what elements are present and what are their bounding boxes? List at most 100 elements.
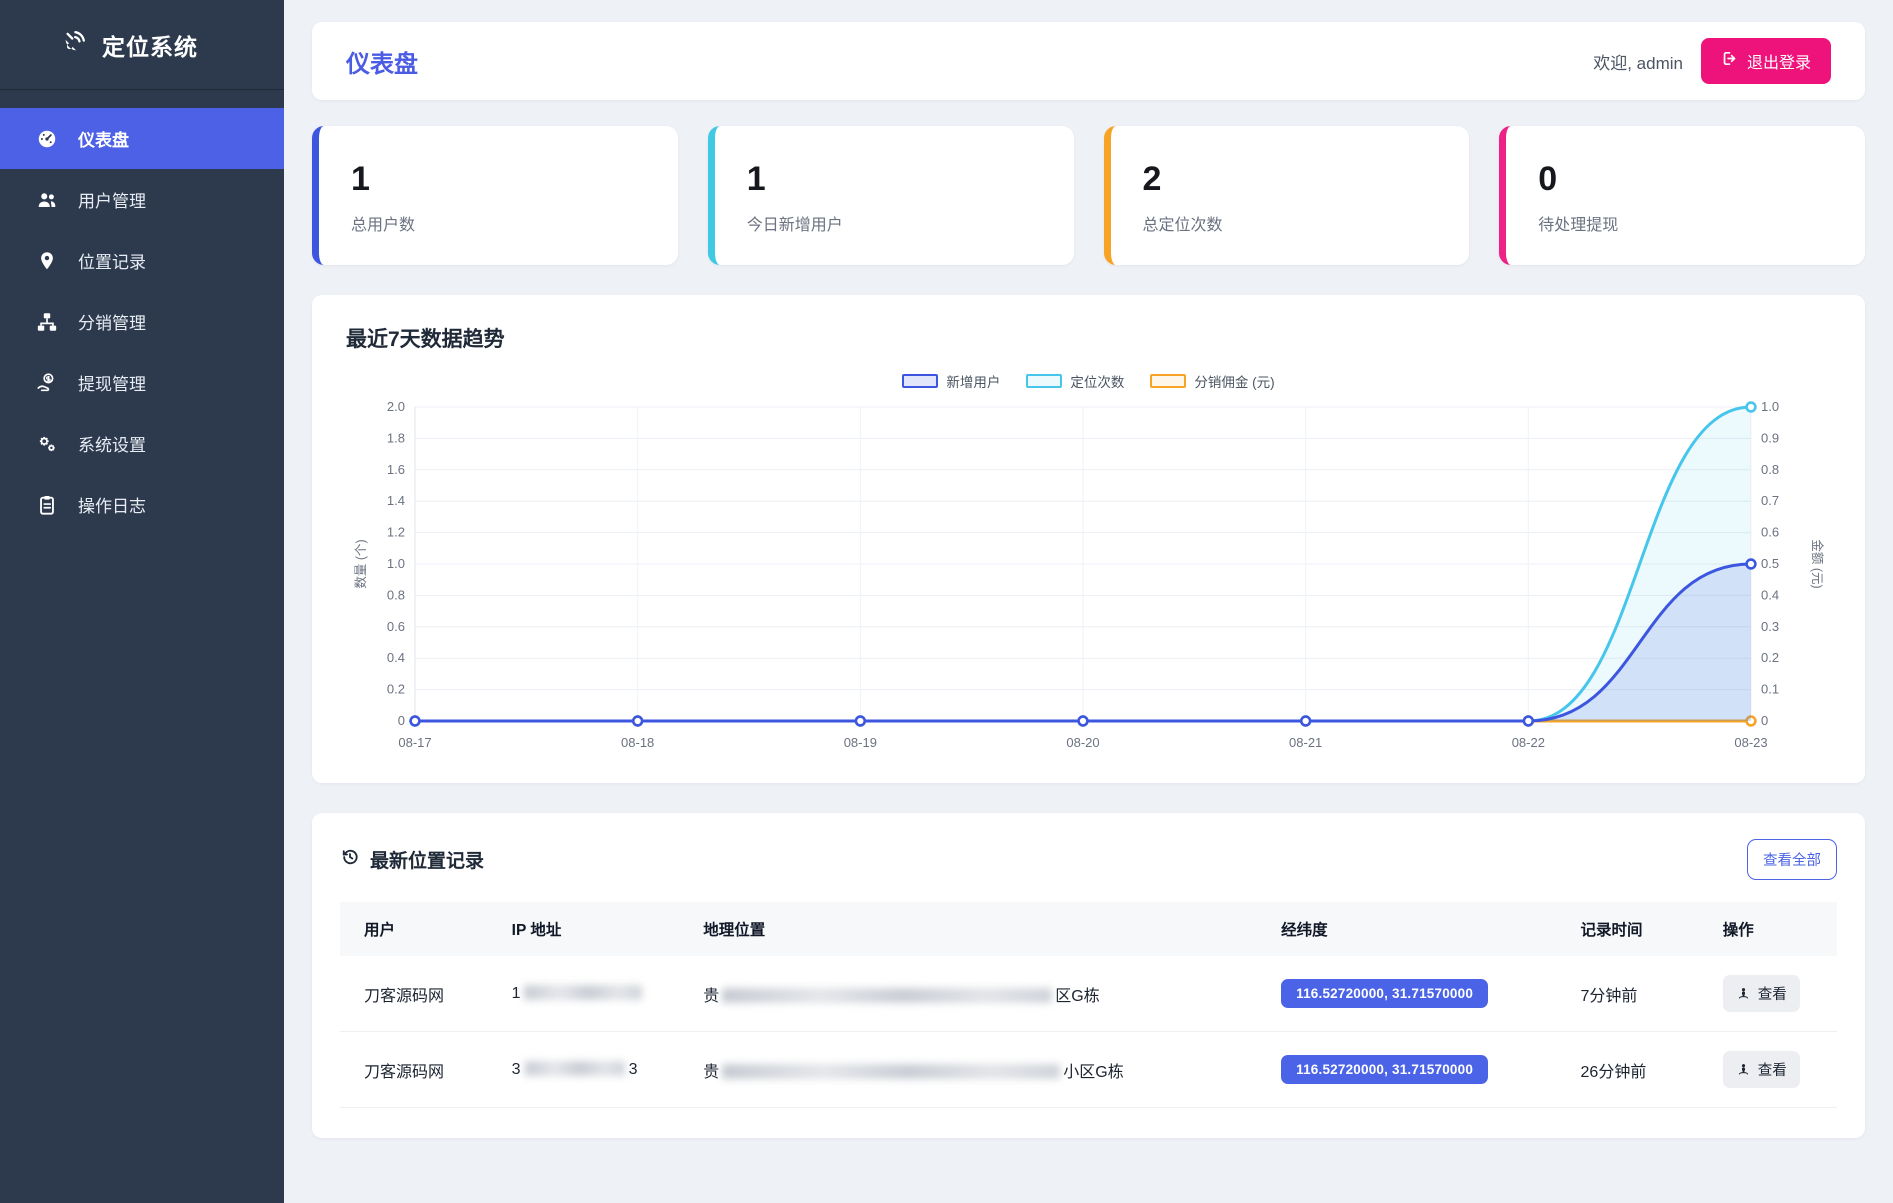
records-header: 最新位置记录 查看全部: [340, 839, 1837, 880]
location-prefix: 贵: [703, 988, 719, 1005]
records-title: 最新位置记录: [340, 846, 484, 873]
topbar-right: 欢迎, admin 退出登录: [1593, 38, 1831, 84]
svg-text:0.2: 0.2: [386, 682, 404, 697]
hand-dollar-icon: [36, 372, 58, 394]
legend-label: 新增用户: [946, 371, 1000, 391]
cell-coordinates: 116.52720000, 31.71570000: [1271, 956, 1570, 1032]
svg-text:0.9: 0.9: [1761, 430, 1779, 445]
stat-card: 2总定位次数: [1104, 126, 1470, 265]
legend-swatch-icon: [1026, 374, 1062, 388]
redacted-location: [722, 1064, 1060, 1079]
cell-action: 查看: [1713, 1032, 1837, 1108]
svg-text:0: 0: [397, 713, 404, 728]
sign-out-icon: [1721, 50, 1738, 72]
svg-text:1.6: 1.6: [386, 462, 404, 477]
svg-text:08-22: 08-22: [1511, 735, 1544, 750]
svg-text:08-18: 08-18: [621, 735, 654, 750]
svg-text:金额 (元): 金额 (元): [1810, 539, 1825, 588]
sidebar-item-settings[interactable]: 系统设置: [0, 413, 284, 474]
redacted-ip: [524, 985, 642, 1000]
view-button[interactable]: 查看: [1723, 1051, 1800, 1088]
cell-location: 贵小区G栋: [693, 1032, 1271, 1108]
coordinates-badge: 116.52720000, 31.71570000: [1281, 979, 1488, 1008]
stat-label: 待处理提现: [1538, 211, 1833, 235]
sitemap-icon: [36, 311, 58, 333]
svg-text:0.3: 0.3: [1761, 619, 1779, 634]
stat-label: 总用户数: [351, 211, 646, 235]
table-header-row: 用户IP 地址地理位置经纬度记录时间操作: [340, 902, 1837, 956]
cell-action: 查看: [1713, 956, 1837, 1032]
street-view-icon: [1736, 1062, 1751, 1077]
app-title: 定位系统: [102, 28, 198, 62]
svg-text:0.1: 0.1: [1761, 682, 1779, 697]
legend-swatch-icon: [902, 374, 938, 388]
sidebar-item-logs[interactable]: 操作日志: [0, 474, 284, 535]
table-row: 刀客源码网1贵区G栋116.52720000, 31.715700007分钟前查…: [340, 956, 1837, 1032]
sidebar: 定位系统 仪表盘用户管理位置记录分销管理提现管理系统设置操作日志: [0, 0, 284, 1203]
stat-label: 今日新增用户: [747, 211, 1042, 235]
column-header: IP 地址: [502, 902, 694, 956]
gears-icon: [36, 433, 58, 455]
stat-label: 总定位次数: [1143, 211, 1438, 235]
clipboard-icon: [36, 494, 58, 516]
view-button-label: 查看: [1758, 983, 1787, 1004]
cell-ip: 1: [502, 956, 694, 1032]
records-title-text: 最新位置记录: [370, 846, 484, 873]
stat-card: 1 总用户数: [312, 126, 678, 265]
svg-text:2.0: 2.0: [386, 399, 404, 414]
topbar: 仪表盘 欢迎, admin 退出登录: [312, 22, 1865, 100]
cell-ip: 33: [502, 1032, 694, 1108]
sidebar-item-distribution[interactable]: 分销管理: [0, 291, 284, 352]
sidebar-item-label: 用户管理: [78, 187, 146, 212]
stat-value: 0: [1538, 160, 1833, 199]
ip-suffix: 3: [629, 1061, 638, 1078]
svg-text:08-17: 08-17: [398, 735, 431, 750]
ip-prefix: 3: [512, 1061, 521, 1078]
stat-cards: 1总用户数1今日新增用户2总定位次数0待处理提现: [312, 126, 1865, 265]
chart-title: 最近7天数据趋势: [346, 323, 1831, 353]
logout-button[interactable]: 退出登录: [1701, 38, 1831, 84]
sidebar-item-dashboard[interactable]: 仪表盘: [0, 108, 284, 169]
svg-text:0: 0: [1761, 713, 1768, 728]
stat-value: 1: [351, 160, 646, 199]
welcome-text: 欢迎, admin: [1593, 49, 1683, 74]
users-icon: [36, 189, 58, 211]
column-header: 用户: [340, 902, 502, 956]
sidebar-item-label: 位置记录: [78, 248, 146, 273]
records-table: 用户IP 地址地理位置经纬度记录时间操作 刀客源码网1贵区G栋 116.52720…: [340, 902, 1837, 1108]
legend-swatch-icon: [1150, 374, 1186, 388]
trend-chart-svg: 000.20.10.40.20.60.30.80.41.00.51.20.61.…: [349, 393, 1829, 765]
column-header: 地理位置: [693, 902, 1271, 956]
history-icon: [340, 847, 360, 873]
svg-text:1.8: 1.8: [386, 430, 404, 445]
sidebar-item-label: 提现管理: [78, 370, 146, 395]
sidebar-item-users[interactable]: 用户管理: [0, 169, 284, 230]
sidebar-item-label: 操作日志: [78, 492, 146, 517]
svg-text:0.4: 0.4: [386, 650, 404, 665]
legend-item[interactable]: 新增用户: [902, 371, 1000, 391]
stat-card: 0 待处理提现: [1499, 126, 1865, 265]
svg-text:0.8: 0.8: [1761, 462, 1779, 477]
satellite-dish-icon: [60, 28, 88, 61]
svg-text:08-19: 08-19: [843, 735, 876, 750]
main-content: 仪表盘 欢迎, admin 退出登录 1 总用户数 1 今日新增用户 2总定位次数 0 待处…: [284, 0, 1893, 1203]
svg-text:0.8: 0.8: [386, 587, 404, 602]
sidebar-item-withdrawals[interactable]: 提现管理: [0, 352, 284, 413]
map-marker-icon: [36, 250, 58, 272]
redacted-ip: [525, 1061, 625, 1076]
logout-label: 退出登录: [1747, 49, 1811, 73]
location-prefix: 贵: [703, 1064, 719, 1081]
view-all-button[interactable]: 查看全部: [1747, 839, 1837, 880]
sidebar-item-locations[interactable]: 位置记录: [0, 230, 284, 291]
legend-item[interactable]: 定位次数: [1026, 371, 1124, 391]
legend-item[interactable]: 分销佣金 (元): [1150, 371, 1274, 391]
view-button[interactable]: 查看: [1723, 975, 1800, 1012]
app-logo: 定位系统: [0, 0, 284, 90]
cell-location: 贵区G栋: [693, 956, 1271, 1032]
column-header: 记录时间: [1571, 902, 1713, 956]
redacted-location: [722, 988, 1052, 1003]
legend-label: 分销佣金 (元): [1194, 371, 1274, 391]
cell-user: 刀客源码网: [340, 1032, 502, 1108]
column-header: 经纬度: [1271, 902, 1570, 956]
street-view-icon: [1736, 986, 1751, 1001]
